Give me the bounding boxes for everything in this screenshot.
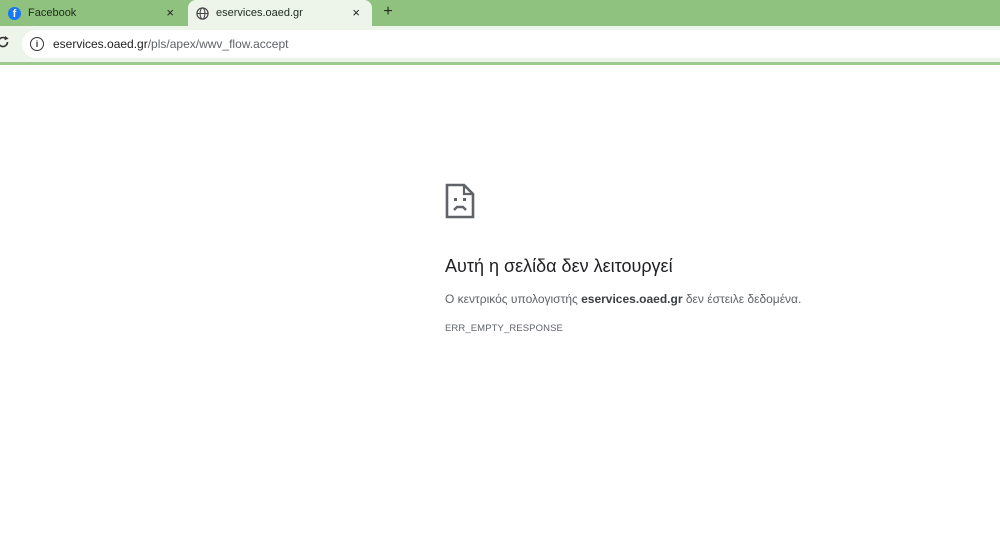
url-text: eservices.oaed.gr/pls/apex/wwv_flow.acce…: [53, 37, 288, 51]
error-description-prefix: Ο κεντρικός υπολογιστής: [445, 292, 582, 306]
tab-strip: f Facebook × eservices.oaed.gr × +: [0, 0, 1000, 26]
globe-icon: [196, 6, 209, 20]
sad-page-icon: [445, 183, 475, 219]
error-description: Ο κεντρικός υπολογιστής eservices.oaed.g…: [445, 292, 801, 306]
address-bar[interactable]: i eservices.oaed.gr/pls/apex/wwv_flow.ac…: [22, 30, 1000, 58]
new-tab-button[interactable]: +: [378, 2, 398, 22]
error-title: Αυτή η σελίδα δεν λειτουργεί: [445, 256, 673, 276]
tab-title: Facebook: [28, 7, 77, 19]
tab-close-icon[interactable]: ×: [352, 5, 360, 21]
reload-icon[interactable]: [0, 35, 10, 49]
facebook-icon: f: [8, 6, 21, 20]
tab-eservices[interactable]: eservices.oaed.gr ×: [188, 0, 372, 26]
error-description-host: eservices.oaed.gr: [581, 292, 683, 306]
error-code: ERR_EMPTY_RESPONSE: [445, 323, 563, 334]
error-description-suffix: δεν έστειλε δεδομένα.: [682, 292, 802, 306]
tab-close-icon[interactable]: ×: [166, 5, 174, 21]
tab-title: eservices.oaed.gr: [216, 7, 303, 19]
tab-facebook[interactable]: f Facebook ×: [0, 0, 186, 26]
toolbar: i eservices.oaed.gr/pls/apex/wwv_flow.ac…: [0, 26, 1000, 65]
url-path: /pls/apex/wwv_flow.accept: [147, 37, 289, 51]
url-host: eservices.oaed.gr: [53, 37, 148, 51]
site-info-icon[interactable]: i: [30, 37, 44, 51]
